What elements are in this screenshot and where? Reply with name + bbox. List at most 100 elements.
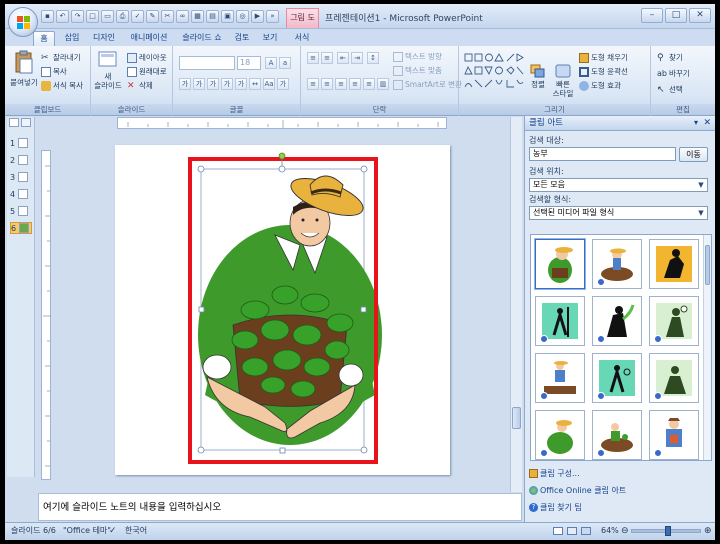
spell-icon[interactable]: ✓ bbox=[131, 10, 144, 23]
paste-button[interactable]: 붙여넣기 bbox=[9, 50, 39, 87]
align-right-button[interactable]: ≡ bbox=[335, 78, 347, 90]
tab-review[interactable]: 검토 bbox=[229, 31, 255, 46]
align-left-button[interactable]: ≡ bbox=[307, 78, 319, 90]
numbering-button[interactable]: ≡ bbox=[321, 52, 333, 64]
zoom-slider-knob[interactable] bbox=[665, 526, 671, 536]
align-text-button[interactable]: 텍스트 맞춤 bbox=[393, 65, 442, 76]
spellcheck-icon[interactable]: ✓ bbox=[109, 523, 117, 539]
farmer-clipart-image[interactable] bbox=[115, 145, 450, 475]
results-scrollbar[interactable] bbox=[703, 235, 711, 460]
go-button[interactable]: 이동 bbox=[679, 147, 708, 162]
clipart-result[interactable] bbox=[535, 353, 585, 403]
tab-insert[interactable]: 삽입 bbox=[59, 31, 85, 46]
strikethrough-button[interactable]: 가 bbox=[221, 78, 233, 90]
clipart-result[interactable] bbox=[535, 239, 585, 289]
redo-icon[interactable]: ↷ bbox=[71, 10, 84, 23]
maximize-button[interactable]: □ bbox=[665, 8, 687, 23]
quick-styles-button[interactable]: 빠른 스타일 bbox=[551, 64, 575, 98]
tab-slideshow[interactable]: 슬라이드 쇼 bbox=[177, 31, 227, 46]
zoom-icon[interactable]: ◎ bbox=[236, 10, 249, 23]
zoom-slider[interactable] bbox=[631, 526, 701, 536]
underline-button[interactable]: 가 bbox=[207, 78, 219, 90]
location-dropdown[interactable]: 모든 모음 ▼ bbox=[529, 178, 708, 192]
link-icon[interactable]: ∞ bbox=[176, 10, 189, 23]
new-icon[interactable]: □ bbox=[86, 10, 99, 23]
save-icon[interactable]: ▪ bbox=[41, 10, 54, 23]
slide-sorter-icon[interactable] bbox=[567, 527, 577, 535]
slide-thumbnail-6[interactable]: 6 bbox=[10, 222, 32, 234]
scrollbar-thumb[interactable] bbox=[512, 407, 521, 429]
slide-scrollbar[interactable] bbox=[510, 117, 522, 492]
close-icon[interactable]: ✕ bbox=[703, 116, 711, 130]
print-icon[interactable]: ⎙ bbox=[116, 10, 129, 23]
clipart-result[interactable] bbox=[649, 239, 699, 289]
font-color-button[interactable]: 가 bbox=[277, 78, 289, 90]
line-spacing-button[interactable]: ↕ bbox=[367, 52, 379, 64]
search-input[interactable]: 농부 bbox=[529, 147, 676, 161]
find-button[interactable]: ⚲ 찾기 bbox=[657, 52, 683, 63]
smartart-button[interactable]: SmartArt로 변환 bbox=[393, 79, 462, 90]
delete-slide-button[interactable]: ✕ 삭제 bbox=[127, 80, 153, 91]
copy-button[interactable]: 복사 bbox=[41, 66, 67, 77]
results-scrollbar-thumb[interactable] bbox=[705, 245, 710, 285]
slideshow-icon[interactable]: ▶ bbox=[251, 10, 264, 23]
normal-view-icon[interactable] bbox=[553, 527, 563, 535]
bold-button[interactable]: 가 bbox=[179, 78, 191, 90]
close-button[interactable]: ✕ bbox=[689, 8, 711, 23]
tab-animations[interactable]: 애니메이션 bbox=[123, 31, 175, 46]
clipart-result[interactable] bbox=[592, 239, 642, 289]
select-button[interactable]: ↖ 선택 bbox=[657, 84, 683, 95]
arrange-button[interactable]: 정렬 bbox=[527, 64, 549, 89]
shapes-gallery-icon[interactable] bbox=[463, 52, 525, 92]
open-icon[interactable]: ▭ bbox=[101, 10, 114, 23]
organize-clips-link[interactable]: 클립 구성... bbox=[529, 468, 580, 479]
tab-format[interactable]: 서식 bbox=[288, 31, 316, 46]
slide-thumbnail-5[interactable]: 5 bbox=[10, 205, 32, 217]
shape-effects-button[interactable]: 도형 효과 bbox=[579, 80, 621, 91]
align-center-button[interactable]: ≡ bbox=[321, 78, 333, 90]
increase-indent-button[interactable]: ⇥ bbox=[351, 52, 363, 64]
search-tips-link[interactable]: ? 클립 찾기 팁 bbox=[529, 502, 582, 513]
outline-tab-icon[interactable] bbox=[21, 118, 31, 127]
slideshow-view-icon[interactable] bbox=[581, 527, 591, 535]
table-icon[interactable]: ▦ bbox=[191, 10, 204, 23]
clipart-result[interactable] bbox=[649, 410, 699, 460]
pane-menu-icon[interactable]: ▾ bbox=[694, 116, 698, 130]
office-online-link[interactable]: Office Online 클립 아트 bbox=[529, 485, 626, 496]
clipart-result[interactable] bbox=[535, 410, 585, 460]
office-button[interactable] bbox=[8, 7, 38, 37]
slide-thumbnail-2[interactable]: 2 bbox=[10, 154, 32, 166]
case-button[interactable]: Aa bbox=[263, 78, 275, 90]
shape-fill-button[interactable]: 도형 채우기 bbox=[579, 52, 628, 63]
clipart-result[interactable] bbox=[592, 296, 642, 346]
chart-icon[interactable]: ▤ bbox=[206, 10, 219, 23]
clipart-result[interactable] bbox=[592, 353, 642, 403]
cut-icon[interactable]: ✂ bbox=[161, 10, 174, 23]
slides-tab-icon[interactable] bbox=[9, 118, 19, 127]
new-slide-button[interactable]: 새 슬라이드 bbox=[93, 50, 123, 90]
justify-button[interactable]: ≡ bbox=[349, 78, 361, 90]
tab-design[interactable]: 디자인 bbox=[87, 31, 121, 46]
undo-icon[interactable]: ↶ bbox=[56, 10, 69, 23]
clipart-result[interactable] bbox=[535, 296, 585, 346]
zoom-level[interactable]: 64% bbox=[601, 523, 619, 539]
distribute-button[interactable]: ≡ bbox=[363, 78, 375, 90]
columns-button[interactable]: ▥ bbox=[377, 78, 389, 90]
shadow-button[interactable]: 가 bbox=[235, 78, 247, 90]
slide-thumbnail-3[interactable]: 3 bbox=[10, 171, 32, 183]
font-name-combo[interactable] bbox=[179, 56, 235, 70]
spacing-button[interactable]: ↔ bbox=[249, 78, 261, 90]
shrink-font-button[interactable]: a bbox=[279, 57, 291, 69]
slide-thumbnail-4[interactable]: 4 bbox=[10, 188, 32, 200]
bullets-button[interactable]: ≡ bbox=[307, 52, 319, 64]
notes-pane[interactable]: 여기에 슬라이드 노트의 내용을 입력하십시오 bbox=[38, 493, 522, 521]
shape-outline-button[interactable]: 도형 윤곽선 bbox=[579, 66, 628, 77]
more-icon[interactable]: » bbox=[266, 10, 279, 23]
tab-view[interactable]: 보기 bbox=[257, 31, 283, 46]
slide-canvas[interactable] bbox=[115, 145, 450, 475]
zoom-in-icon[interactable]: ⊕ bbox=[704, 523, 712, 539]
decrease-indent-button[interactable]: ⇤ bbox=[337, 52, 349, 64]
grow-font-button[interactable]: A bbox=[265, 57, 277, 69]
replace-button[interactable]: ab 바꾸기 bbox=[657, 68, 690, 79]
format-painter-button[interactable]: 서식 복사 bbox=[41, 80, 83, 91]
